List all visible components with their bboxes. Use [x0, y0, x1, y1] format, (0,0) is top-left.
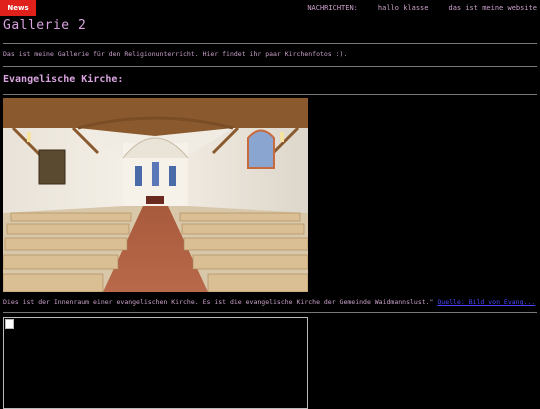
broken-image: [3, 317, 308, 409]
page-title: Gallerie 2: [3, 18, 87, 33]
church-interior-photo: [3, 98, 308, 292]
section-title: Evangelische Kirche:: [3, 74, 124, 85]
nav-link-website[interactable]: das ist meine website: [448, 4, 537, 12]
divider: [3, 312, 537, 313]
news-tab[interactable]: News: [0, 0, 36, 16]
source-link[interactable]: Quelle: Bild von Evang...: [437, 298, 535, 306]
caption-text: Dies ist der Innenraum einer evangelisch…: [3, 298, 434, 306]
divider: [3, 94, 537, 95]
nav-link-hallo-klasse[interactable]: hallo klasse: [378, 4, 429, 12]
intro-text: Das ist meine Gallerie für den Religionu…: [3, 50, 348, 58]
photo-caption: Dies ist der Innenraum einer evangelisch…: [3, 298, 535, 306]
divider: [3, 66, 537, 67]
nav-label: NACHRICHTEN:: [307, 4, 358, 12]
divider: [3, 43, 537, 44]
top-bar: News NACHRICHTEN: hallo klasse das ist m…: [0, 0, 540, 16]
broken-image-icon: [5, 319, 14, 329]
top-nav: NACHRICHTEN: hallo klasse das ist meine …: [307, 4, 537, 12]
